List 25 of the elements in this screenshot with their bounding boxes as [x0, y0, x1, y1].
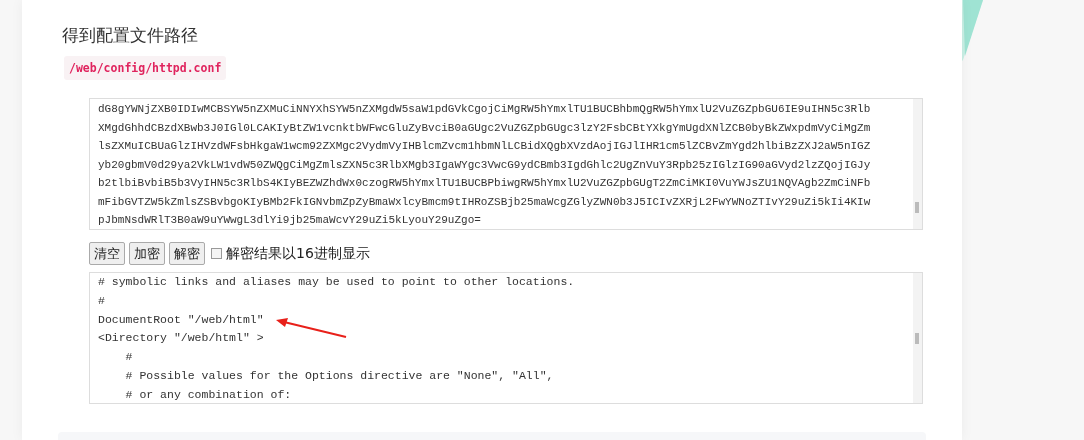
input-field[interactable]: [89, 98, 923, 230]
encoded-text-line: mFibGVTZW5kZmlsZSBvbgoKIyBMb2FkIGNvbmZpZyBmaWxlcyBmcm9tIHRoZSBjb25maWcgZGlyZWN0b3J5ICIvZXRjL2FwYWNoZTIvY29uZi5kIi4KIw: [98, 194, 872, 210]
encoded-text-line: b2tlbiBvbiB5b3VyIHN5c3RlbS4KIyBEZWZhdWx0czogRW5hYmxlTU1BUCBPbiwgRW5hYmxlU2VuZGZpbGUgT2ZmCiMKI0VuYWJsZU1NQVAgb2ZmCiNFb: [98, 176, 872, 191]
checkbox[interactable]: [211, 248, 222, 259]
action-button[interactable]: 解密: [169, 242, 205, 265]
config-text-line: <Directory "/web/html" >: [98, 330, 264, 347]
config-text-line: # Possible values for the Options directive are "None", "All",: [124, 368, 554, 384]
output-field[interactable]: [89, 272, 923, 404]
action-button[interactable]: 加密: [129, 242, 165, 265]
encoded-text-line: XMgdGhhdCBzdXBwb3J0IGl0LCAKIyBtZW1vcnktbWFwcGluZyBvciB0aGUgc2VuZGZpbGUgc3lzY2FsbCBtYXkgYmUgdXNlZCB0byBkZWxpdmVyCiMgZm: [98, 120, 872, 136]
encoded-text-line: lsZXMuICBUaGlzIHVzdWFsbHkgaW1wcm92ZXMgc2VydmVyIHBlcmZvcm1hbmNlLCBidXQgbXVzdAojIGJlIHR1cm5lZCBvZmYgd2hlbiBzZXJ2aW5nIGZ: [98, 139, 872, 154]
config-text-line: # symbolic links and aliases may be used to point to other locations.: [98, 274, 575, 290]
encoded-text-line: pJbmNsdWRlT3B0aW9uYWwgL3dlYi9jb25maWcvY29uZi5kLyouY29uZgo=: [98, 213, 482, 228]
config-text-line: # or any combination of:: [124, 386, 292, 403]
encoded-text-line: yb20gbmV0d29ya2VkLW1vdW50ZWQgCiMgZmlsZXN5c3RlbXMgb3IgaWYgc3VwcG9ydCBmb3IgdGhlc2UgZnVuY3Rpb25zIGlzIG90aGVyd2lzZQojIGJy: [98, 157, 872, 173]
scrollbar[interactable]: [913, 273, 922, 403]
file-path: /web/config/httpd.conf: [64, 56, 227, 80]
checkbox-label: 解密结果以16进制显示: [226, 244, 370, 263]
config-text-line: DocumentRoot "/web/html": [98, 311, 264, 328]
config-text-line: #: [98, 292, 105, 309]
section-heading: 得到配置文件路径: [62, 24, 198, 47]
config-text-line: #: [124, 349, 133, 366]
encoded-text-line: dG8gYWNjZXB0IDIwMCBSYW5nZXMuCiNNYXhSYW5nZXMgdW5saW1pdGVkCgojCiMgRW5hYmxlTU1BUCBhbmQgRW5hYmxlU2VuZGZpbGU6IE9uIHN5c3Rlb: [98, 102, 872, 117]
scrollbar[interactable]: [913, 99, 922, 229]
action-button[interactable]: 清空: [89, 242, 125, 265]
